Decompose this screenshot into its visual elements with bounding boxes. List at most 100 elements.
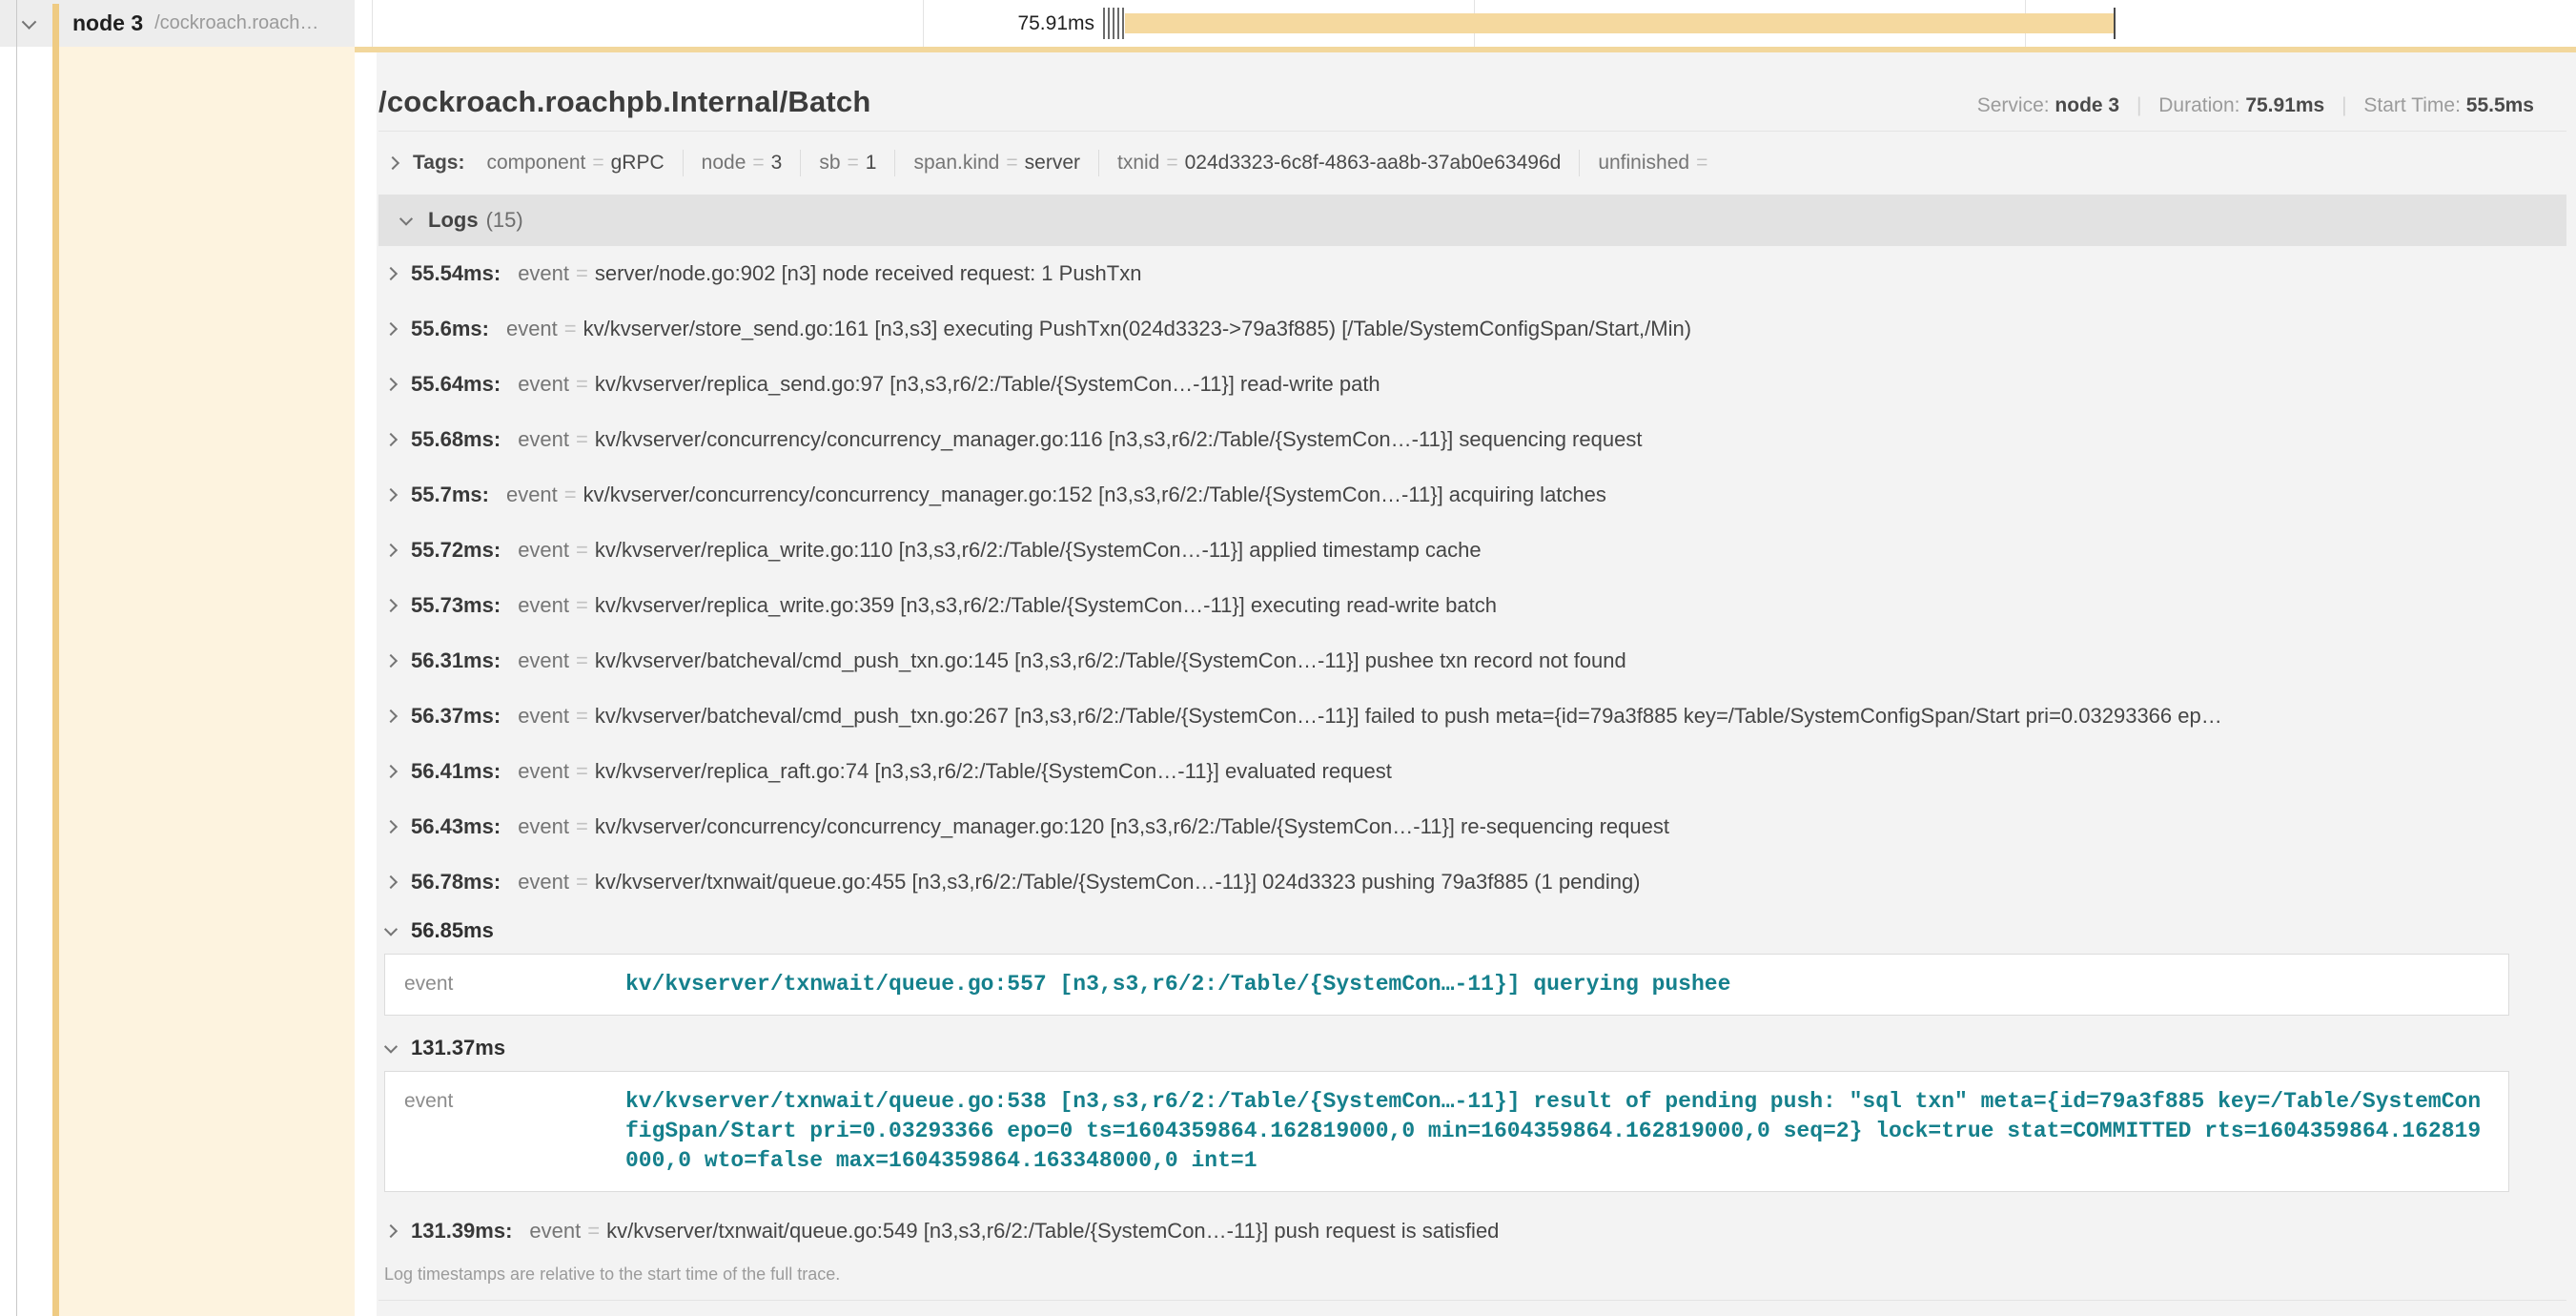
log-timestamp: 55.54ms: — [411, 261, 501, 286]
tag-value: 024d3323-6c8f-4863-aa8b-37ab0e63496d — [1185, 152, 1562, 175]
log-timestamp: 55.7ms: — [411, 483, 489, 507]
log-row[interactable]: 55.68ms: event = kv/kvserver/concurrency… — [378, 412, 2566, 467]
span-ruler-strip: node 3 /cockroach.roach… 75.91ms — [0, 0, 2576, 47]
log-timestamp: 131.39ms: — [411, 1219, 512, 1244]
log-field: event — [506, 317, 558, 341]
service-label: Service: — [1977, 94, 2050, 116]
log-row[interactable]: 55.6ms: event = kv/kvserver/store_send.g… — [378, 301, 2566, 357]
log-message: server/node.go:902 [n3] node received re… — [595, 261, 2566, 286]
log-field: event — [518, 704, 569, 729]
log-field: event — [518, 427, 569, 452]
equals-sign: = — [581, 1219, 606, 1244]
log-timestamp: 55.64ms: — [411, 372, 501, 397]
tag-key: sb — [819, 152, 840, 175]
tag-item: txnid = 024d3323-6c8f-4863-aa8b-37ab0e63… — [1098, 150, 1579, 176]
equals-sign: = — [569, 593, 595, 618]
log-row[interactable]: 131.39ms: event = kv/kvserver/txnwait/qu… — [378, 1203, 2566, 1259]
log-row[interactable]: 56.31ms: event = kv/kvserver/batcheval/c… — [378, 633, 2566, 689]
log-field: event — [404, 970, 625, 998]
log-row[interactable]: 55.72ms: event = kv/kvserver/replica_wri… — [378, 523, 2566, 578]
log-message: kv/kvserver/replica_raft.go:74 [n3,s3,r6… — [595, 759, 2566, 784]
log-timestamp: 55.73ms: — [411, 593, 501, 618]
log-field: event — [518, 372, 569, 397]
chevron-down-icon — [22, 14, 37, 30]
tag-key: component — [486, 152, 585, 175]
chevron-right-icon — [384, 820, 398, 833]
ruler-ticks-icon — [1103, 8, 1127, 39]
equals-sign: = — [585, 152, 610, 175]
log-row-expanded-toggle[interactable]: 131.37ms — [378, 1027, 2566, 1069]
log-timestamp: 55.68ms: — [411, 427, 501, 452]
log-timestamp: 56.85ms — [411, 918, 494, 943]
equals-sign: = — [569, 648, 595, 673]
log-message: kv/kvserver/batcheval/cmd_push_txn.go:26… — [595, 704, 2566, 729]
logs-count: (15) — [486, 208, 523, 233]
log-row[interactable]: 56.37ms: event = kv/kvserver/batcheval/c… — [378, 689, 2566, 744]
equals-sign: = — [841, 152, 866, 175]
log-row-expanded-toggle[interactable]: 56.85ms — [378, 910, 2566, 952]
logs-section-toggle[interactable]: Logs (15) — [378, 195, 2566, 246]
tags-section-toggle[interactable]: Tags: component = gRPC node = 3 sb = 1 s… — [378, 143, 2566, 183]
log-row[interactable]: 55.73ms: event = kv/kvserver/replica_wri… — [378, 578, 2566, 633]
chevron-right-icon — [384, 709, 398, 723]
duration-value: 75.91ms — [2245, 94, 2324, 116]
equals-sign: = — [999, 152, 1024, 175]
chevron-right-icon — [384, 599, 398, 612]
tag-item: span.kind = server — [894, 150, 1098, 176]
equals-sign: = — [558, 317, 583, 341]
chevron-right-icon — [384, 433, 398, 446]
log-field: event — [518, 870, 569, 894]
equals-sign: = — [569, 704, 595, 729]
log-row[interactable]: 56.43ms: event = kv/kvserver/concurrency… — [378, 799, 2566, 854]
equals-sign: = — [569, 870, 595, 894]
log-message: kv/kvserver/concurrency/concurrency_mana… — [595, 427, 2566, 452]
span-color-stripe — [52, 4, 59, 1316]
log-message: kv/kvserver/replica_send.go:97 [n3,s3,r6… — [595, 372, 2566, 397]
span-duration-ruler[interactable]: 75.91ms — [372, 0, 2576, 47]
logs-bottom-divider — [378, 1300, 2566, 1301]
log-event-detail: event kv/kvserver/txnwait/queue.go:557 [… — [384, 954, 2509, 1016]
log-row[interactable]: 56.41ms: event = kv/kvserver/replica_raf… — [378, 744, 2566, 799]
tag-value: gRPC — [611, 152, 664, 175]
chevron-right-icon — [384, 1224, 398, 1238]
panel-gutter — [355, 52, 377, 1316]
log-row[interactable]: 56.78ms: event = kv/kvserver/txnwait/que… — [378, 854, 2566, 910]
equals-sign: = — [569, 261, 595, 286]
log-row[interactable]: 55.7ms: event = kv/kvserver/concurrency/… — [378, 467, 2566, 523]
equals-sign: = — [746, 152, 770, 175]
log-event-value: kv/kvserver/txnwait/queue.go:538 [n3,s3,… — [625, 1087, 2489, 1176]
chevron-right-icon — [384, 322, 398, 336]
logs-title: Logs — [428, 208, 479, 233]
log-message: kv/kvserver/txnwait/queue.go:455 [n3,s3,… — [595, 870, 2566, 894]
equals-sign: = — [569, 759, 595, 784]
tag-item: sb = 1 — [800, 150, 894, 176]
tag-key: txnid — [1117, 152, 1159, 175]
log-row[interactable]: 55.64ms: event = kv/kvserver/replica_sen… — [378, 357, 2566, 412]
log-timestamp: 56.41ms: — [411, 759, 501, 784]
start-time-value: 55.5ms — [2466, 94, 2534, 116]
tag-item: node = 3 — [683, 150, 801, 176]
log-field: event — [506, 483, 558, 507]
log-field: event — [518, 759, 569, 784]
span-detail-panel: /cockroach.roachpb.Internal/Batch Servic… — [377, 52, 2576, 1316]
page-title: /cockroach.roachpb.Internal/Batch — [378, 85, 871, 119]
span-operation-name: /cockroach.roach… — [154, 12, 318, 34]
tag-value: 1 — [866, 152, 877, 175]
equals-sign: = — [569, 427, 595, 452]
chevron-down-icon — [384, 1040, 398, 1054]
equals-sign: = — [1689, 152, 1714, 175]
log-field: event — [518, 814, 569, 839]
span-end-marker — [2114, 8, 2116, 39]
log-timestamp: 55.72ms: — [411, 538, 501, 563]
log-field: event — [518, 538, 569, 563]
log-field: event — [518, 593, 569, 618]
log-row[interactable]: 55.54ms: event = server/node.go:902 [n3]… — [378, 246, 2566, 301]
chevron-right-icon — [384, 765, 398, 778]
log-timestamp: 56.37ms: — [411, 704, 501, 729]
span-detail-header: /cockroach.roachpb.Internal/Batch Servic… — [378, 52, 2566, 119]
log-message: kv/kvserver/batcheval/cmd_push_txn.go:14… — [595, 648, 2566, 673]
log-timestamp: 55.6ms: — [411, 317, 489, 341]
duration-label: Duration: — [2158, 94, 2239, 116]
tag-key: node — [702, 152, 746, 175]
log-event-value: kv/kvserver/txnwait/queue.go:557 [n3,s3,… — [625, 970, 2489, 999]
